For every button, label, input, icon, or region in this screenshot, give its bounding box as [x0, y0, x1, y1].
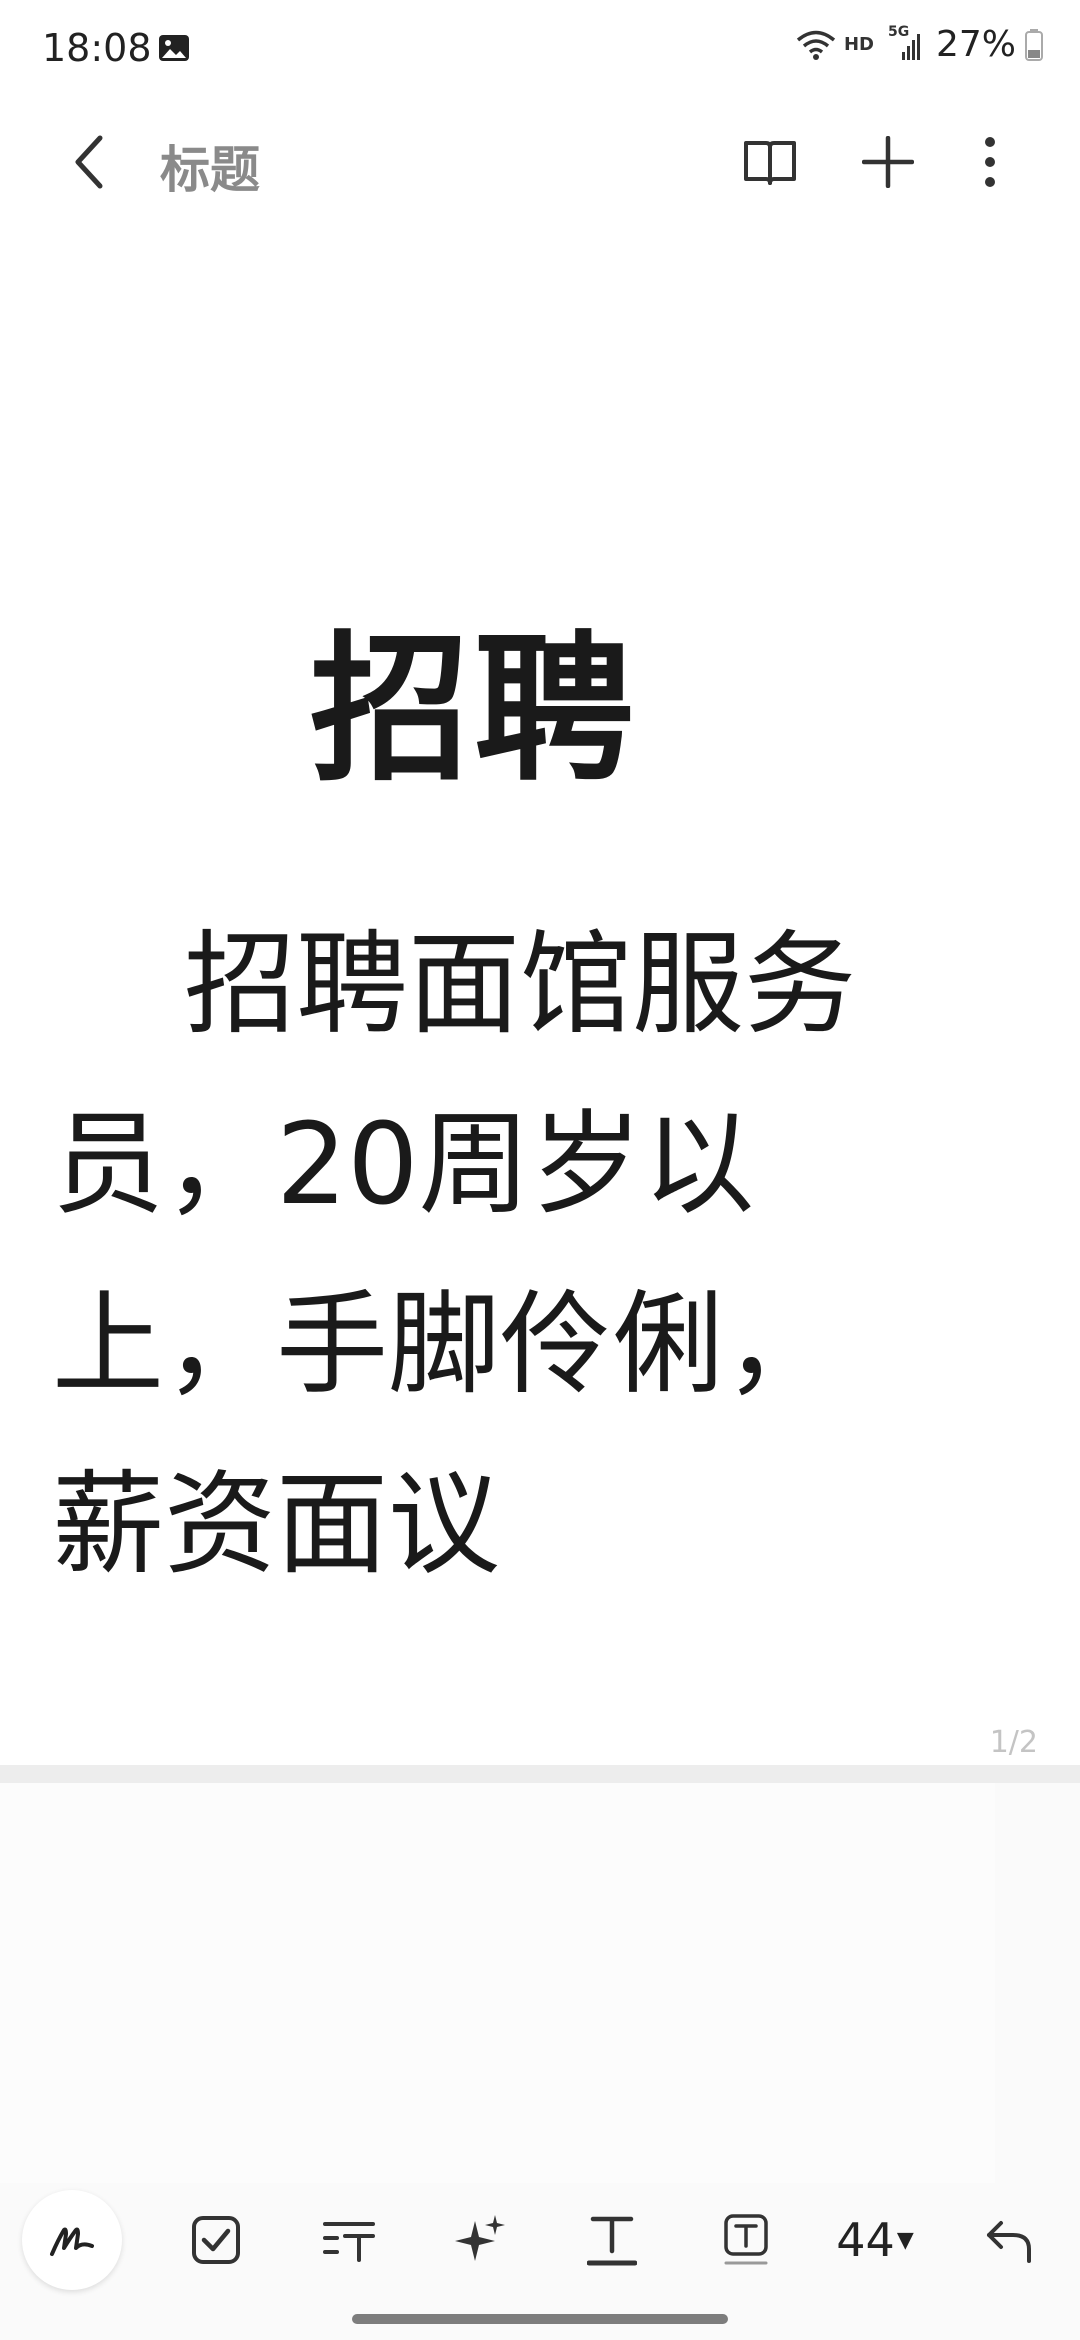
caret-down-icon: ▼: [896, 2227, 914, 2253]
note-heading[interactable]: 招聘: [310, 630, 638, 790]
wifi-icon: [796, 29, 836, 61]
note-title[interactable]: 标题: [160, 130, 260, 202]
text-format-button[interactable]: [572, 2180, 652, 2300]
chevron-left-icon: [75, 135, 103, 189]
gesture-navigation-bar[interactable]: [352, 2314, 728, 2324]
note-page-1[interactable]: 招聘 招聘面馆服务 员，20周岁以 上，手脚伶俐， 薪资面议 1/2: [0, 230, 1080, 1765]
app-bar: 标题: [0, 100, 1080, 230]
textbox-icon: [724, 2214, 768, 2265]
note-body-line[interactable]: 招聘面馆服务: [52, 895, 952, 1075]
pen-icon: [50, 2227, 94, 2256]
ai-assist-button[interactable]: [440, 2180, 520, 2300]
page-indicator: 1/2: [989, 1725, 1038, 1760]
undo-button[interactable]: [970, 2180, 1050, 2300]
note-body-line[interactable]: 员，20周岁以: [52, 1075, 952, 1255]
pen-mode-button[interactable]: [22, 2180, 122, 2300]
undo-icon: [987, 2221, 1031, 2263]
textbox-button[interactable]: [706, 2180, 786, 2300]
editor-toolbar: 44 ▼: [0, 2180, 1080, 2300]
font-size-value: 44: [836, 2213, 895, 2267]
reading-mode-button[interactable]: [730, 122, 810, 202]
add-page-button[interactable]: [848, 122, 928, 202]
battery-percentage: 27%: [935, 24, 1016, 65]
text-style-button[interactable]: [310, 2180, 390, 2300]
more-vertical-icon: [985, 137, 995, 187]
status-bar: 18:08 HD 5G 27%: [0, 0, 1080, 100]
note-body-line[interactable]: 上，手脚伶俐，: [52, 1255, 952, 1435]
back-button[interactable]: [50, 122, 130, 202]
note-body-line[interactable]: 薪资面议: [52, 1435, 952, 1615]
font-size-selector[interactable]: 44 ▼: [820, 2180, 930, 2300]
plus-icon: [862, 136, 914, 188]
signal-icon: 5G: [888, 24, 922, 62]
book-open-icon: [744, 141, 796, 185]
note-body[interactable]: 招聘面馆服务 员，20周岁以 上，手脚伶俐， 薪资面议: [52, 895, 952, 1615]
checklist-button[interactable]: [176, 2180, 256, 2300]
more-options-button[interactable]: [960, 122, 1020, 202]
image-icon: [158, 34, 190, 62]
note-page-2[interactable]: [0, 1783, 995, 2183]
text-underline-icon: [587, 2216, 637, 2266]
text-style-icon: [323, 2222, 375, 2262]
checkbox-icon: [192, 2216, 240, 2264]
status-time: 18:08: [42, 26, 152, 70]
sparkle-icon: [455, 2215, 505, 2261]
status-indicators: HD 5G 27%: [796, 24, 1044, 65]
battery-icon: [1024, 28, 1044, 62]
page-divider: [0, 1765, 1080, 1783]
network-label: HD: [843, 34, 874, 55]
